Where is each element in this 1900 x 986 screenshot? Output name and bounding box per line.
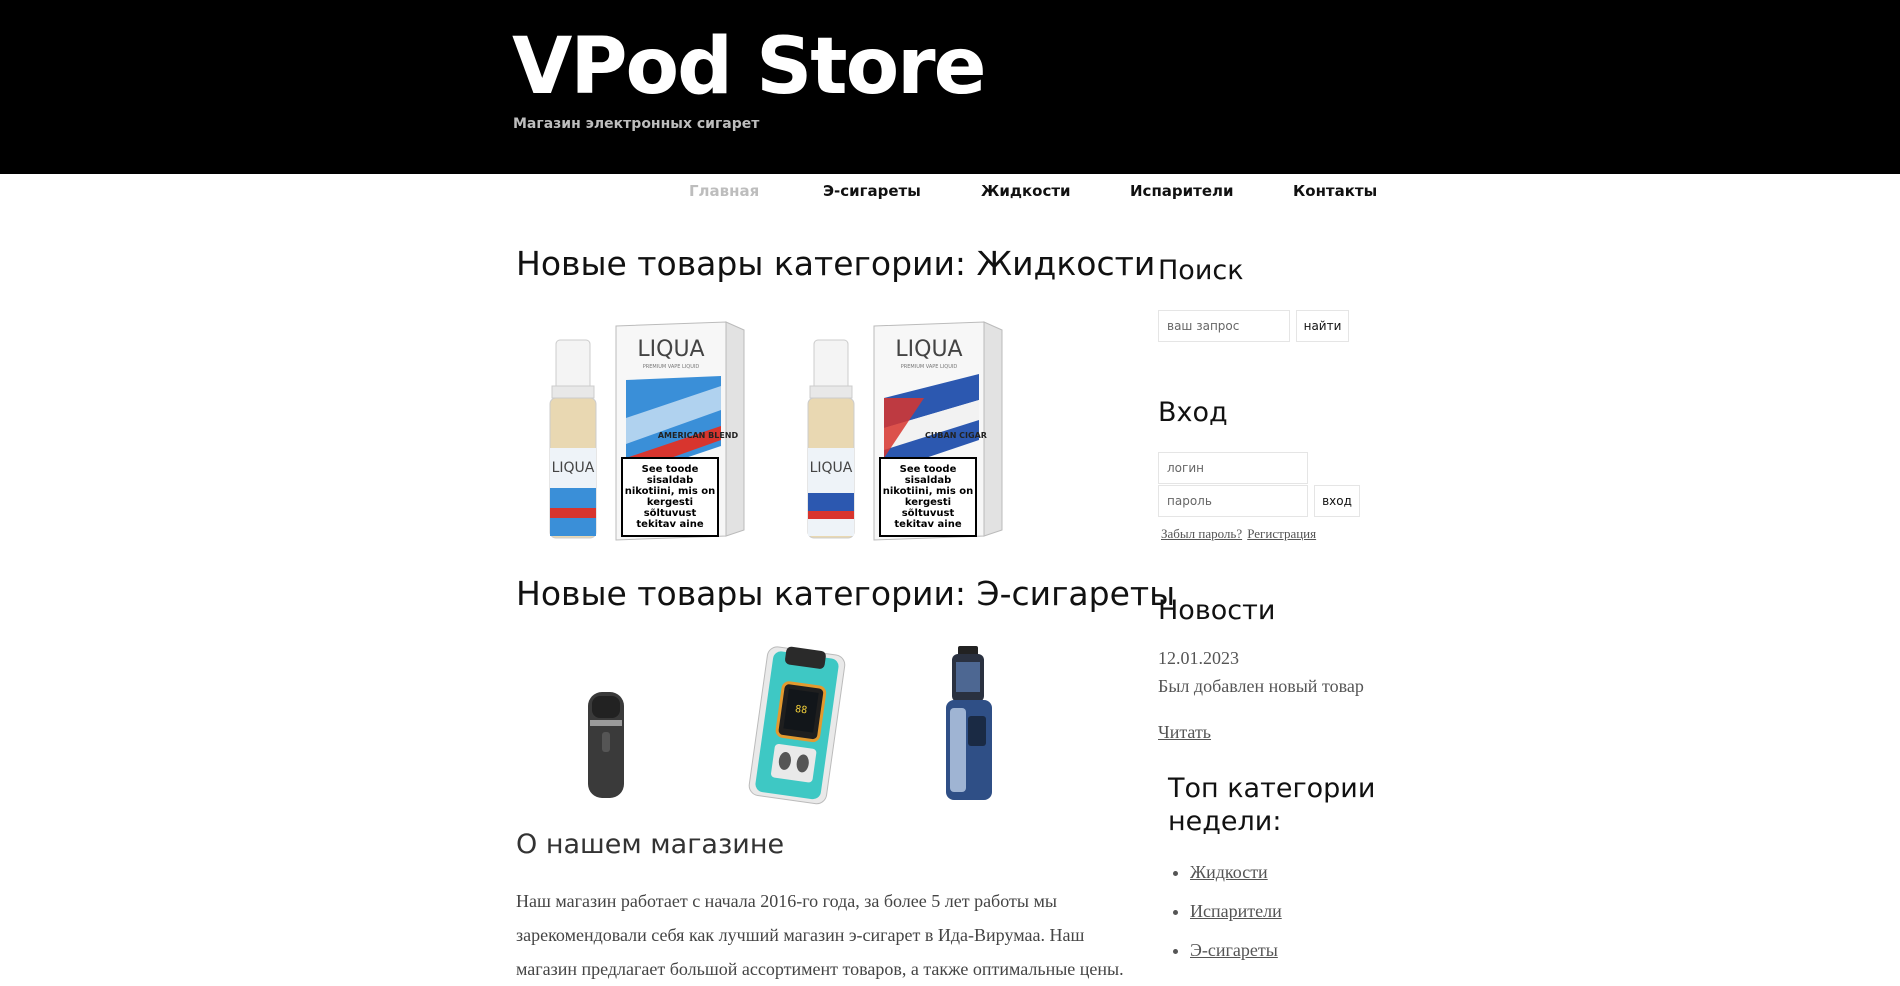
nav-item-ecigs[interactable]: Э-сигареты	[823, 182, 921, 200]
product-liquid-american-blend[interactable]: LIQUA LIQUA PREMIUM VAPE LIQUID AMERICAN…	[516, 308, 766, 548]
product-ecig-pod-mod-teal[interactable]: 88	[720, 640, 870, 810]
box-nicotine-warning: See toode sisaldab nikotiini, mis on ker…	[624, 464, 716, 530]
search-title: Поиск	[1158, 255, 1244, 286]
news-text: Был добавлен новый товар	[1158, 676, 1364, 696]
search-input[interactable]	[1158, 310, 1290, 342]
liquids-section-title: Новые товары категории: Жидкости	[516, 244, 1156, 283]
top-categories-title-line1: Топ категории	[1168, 773, 1376, 804]
about-text: Наш магазин работает с начала 2016-го го…	[516, 891, 1124, 979]
product-liquid-cuban-cigar[interactable]: LIQUA LIQUA PREMIUM VAPE LIQUID CUBAN CI…	[774, 308, 1024, 548]
nav-item-contacts[interactable]: Контакты	[1293, 182, 1377, 200]
top-category-link-liquids[interactable]: Жидкости	[1190, 862, 1268, 882]
login-title: Вход	[1158, 397, 1228, 428]
nav-item-home[interactable]: Главная	[689, 182, 759, 200]
product-ecig-pod-black[interactable]	[556, 680, 656, 805]
liquid-bottle-box-image: LIQUA LIQUA PREMIUM VAPE LIQUID CUBAN CI…	[807, 321, 1003, 541]
box-sub-label: PREMIUM VAPE LIQUID	[643, 364, 700, 370]
pod-mod-device-image: 88	[748, 646, 846, 805]
device-screen-text: 88	[794, 704, 807, 717]
top-category-link-atomizers[interactable]: Испарители	[1190, 901, 1282, 921]
box-brand-label: LIQUA	[895, 337, 962, 362]
box-flavor-label: AMERICAN BLEND	[658, 431, 739, 440]
bottle-brand-label: LIQUA	[552, 460, 595, 476]
login-input[interactable]	[1158, 452, 1308, 484]
about-section-title: О нашем магазине	[516, 829, 785, 860]
password-input[interactable]	[1158, 485, 1308, 517]
nav-item-liquids[interactable]: Жидкости	[981, 182, 1071, 200]
list-item: Э-сигареты	[1190, 935, 1282, 974]
search-button[interactable]: найти	[1296, 310, 1349, 342]
bottle-brand-label: LIQUA	[810, 460, 853, 476]
box-mod-device-image	[946, 646, 992, 800]
register-link[interactable]: Регистрация	[1247, 526, 1316, 541]
nav-item-atomizers[interactable]: Испарители	[1130, 182, 1234, 200]
top-categories-list: Жидкости Испарители Э-сигареты	[1170, 857, 1282, 974]
site-title[interactable]: VPod Store	[512, 22, 987, 112]
top-category-link-ecigs[interactable]: Э-сигареты	[1190, 940, 1278, 960]
top-categories-title: Топ категории недели:	[1168, 772, 1375, 838]
product-ecig-box-mod-blue[interactable]	[920, 642, 1020, 812]
news-title: Новости	[1158, 595, 1276, 626]
box-nicotine-warning: See toode sisaldab nikotiini, mis on ker…	[882, 464, 974, 530]
login-links: Забыл пароль? Регистрация	[1161, 523, 1316, 542]
news-date: 12.01.2023	[1158, 648, 1239, 668]
liquid-bottle-box-image: LIQUA LIQUA PREMIUM VAPE LIQUID AMERICAN…	[549, 321, 745, 541]
list-item: Жидкости	[1190, 857, 1282, 896]
pod-device-image	[588, 692, 624, 798]
box-brand-label: LIQUA	[637, 337, 704, 362]
list-item: Испарители	[1190, 896, 1282, 935]
ecig-section-title: Новые товары категории: Э-сигареты	[516, 574, 1176, 613]
site-header: VPod Store Магазин электронных сигарет	[0, 0, 1900, 174]
login-button[interactable]: вход	[1314, 485, 1360, 517]
forgot-password-link[interactable]: Забыл пароль?	[1161, 526, 1242, 541]
box-flavor-label: CUBAN CIGAR	[925, 431, 987, 440]
main-nav: Главная Э-сигареты Жидкости Испарители К…	[0, 174, 1900, 210]
box-sub-label: PREMIUM VAPE LIQUID	[901, 364, 958, 370]
top-categories-title-line2: недели:	[1168, 806, 1282, 837]
site-tagline: Магазин электронных сигарет	[513, 116, 760, 132]
news-read-link[interactable]: Читать	[1158, 722, 1211, 743]
